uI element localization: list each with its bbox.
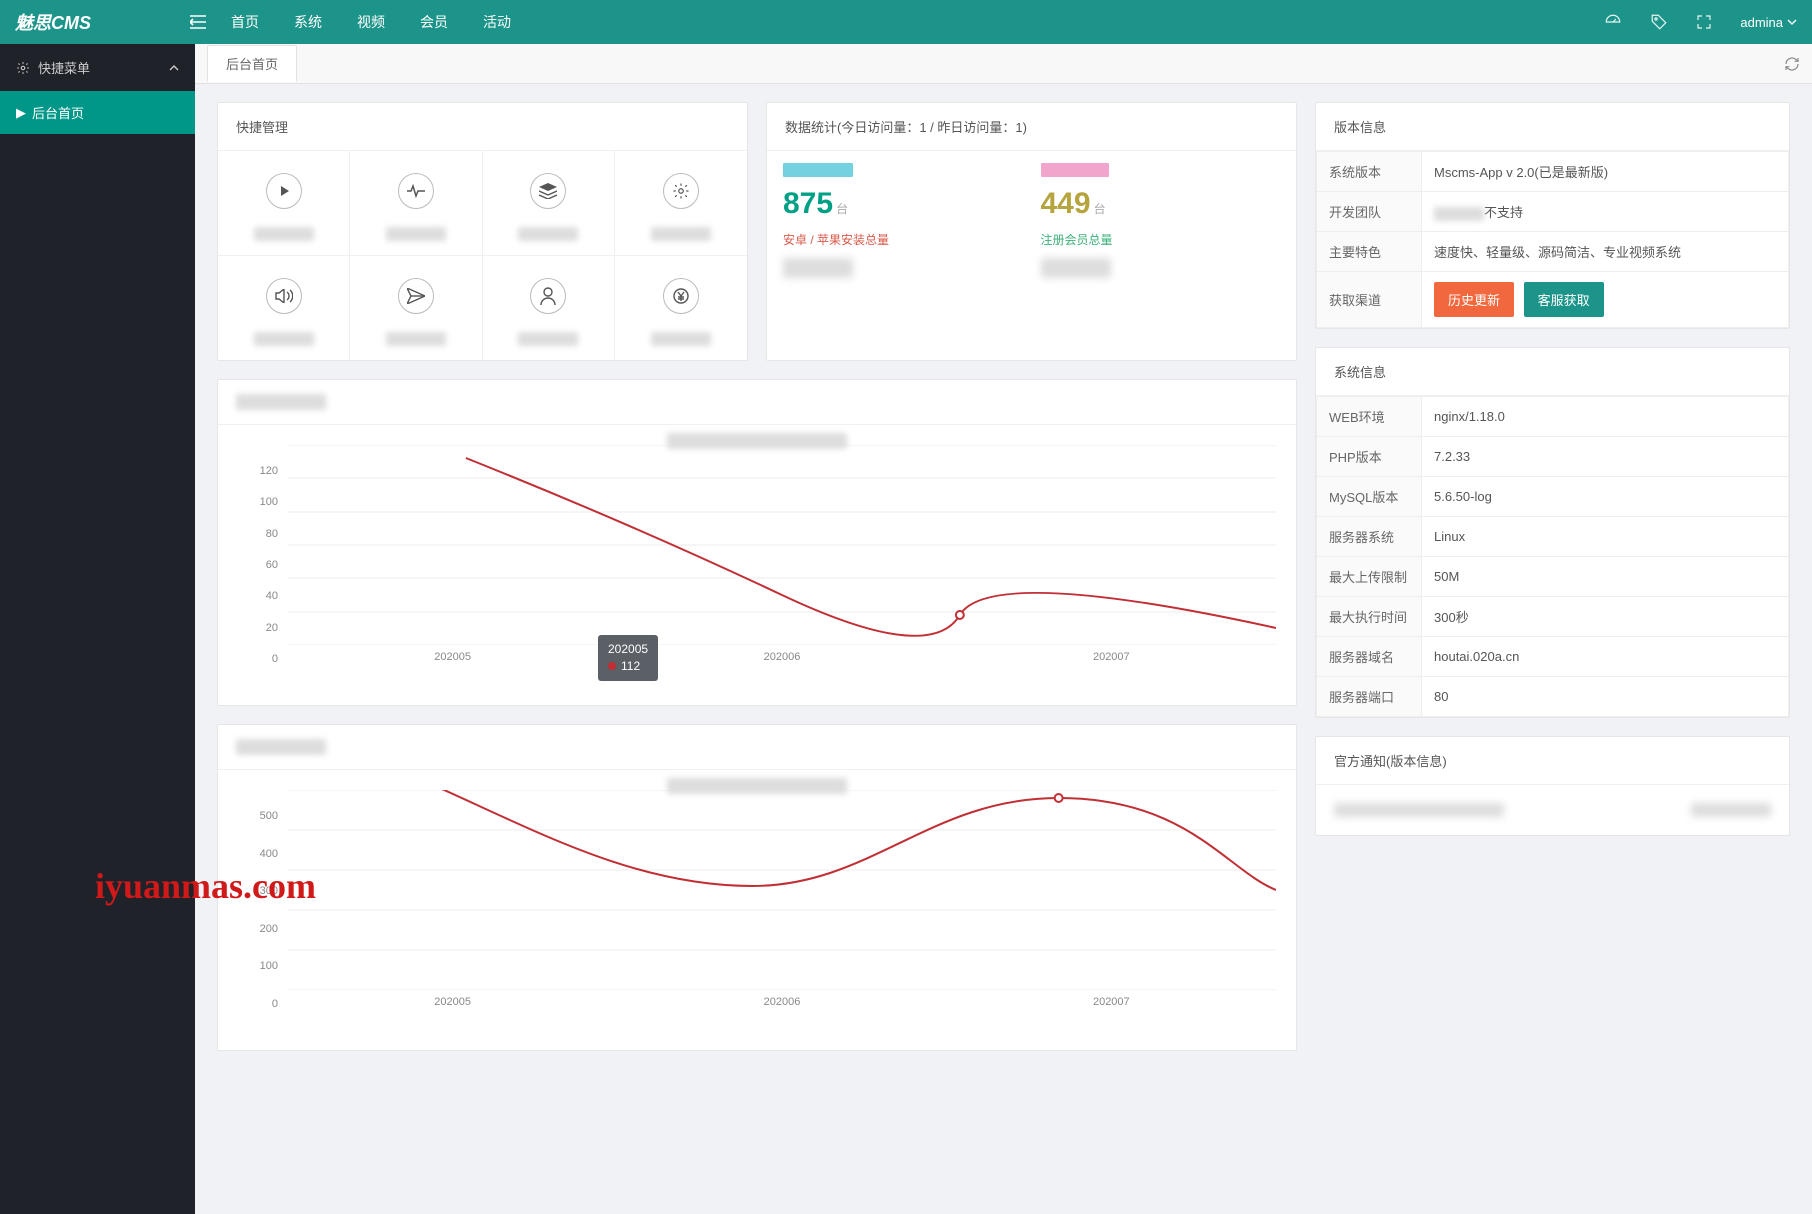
yen-icon [663,278,699,314]
table-row: PHP版本7.2.33 [1317,437,1789,477]
quick-item-3[interactable] [483,151,615,256]
card-title: 官方通知(版本信息) [1316,737,1789,785]
stat-bar [1041,163,1109,177]
top-nav: 首页 系统 视频 会员 活动 [231,12,511,32]
pulse-icon [398,173,434,209]
table-row: MySQL版本5.6.50-log [1317,477,1789,517]
stat-installs: 875台 安卓 / 苹果安装总量 [783,163,1023,278]
table-row: 服务器域名houtai.020a.cn [1317,637,1789,677]
chart-title-blur [236,394,326,410]
chart-x-axis: 202005202006202007 [288,996,1276,1008]
dashboard-icon[interactable] [1604,13,1622,31]
play-marker-icon: ▶ [16,105,26,121]
quick-item-1[interactable] [218,151,350,256]
stat-bar [783,163,853,177]
user-icon [530,278,566,314]
brand-logo: 魅思CMS [15,9,190,35]
history-update-button[interactable]: 历史更新 [1434,282,1514,317]
chevron-up-icon [169,63,179,73]
quick-item-8[interactable] [615,256,747,360]
quick-item-7[interactable] [483,256,615,360]
send-icon [398,278,434,314]
card-title: 数据统计(今日访问量：1 / 昨日访问量：1) [767,103,1296,151]
customer-service-button[interactable]: 客服获取 [1524,282,1604,317]
quick-item-4[interactable] [615,151,747,256]
table-row: 服务器端口80 [1317,677,1789,717]
chart-y-axis: 0100200300400500 [248,810,278,1010]
gear-icon [16,61,30,75]
nav-home[interactable]: 首页 [231,12,259,32]
fullscreen-icon[interactable] [1696,14,1712,30]
main-area: 后台首页 快捷管理 [195,44,1812,1214]
quick-item-2[interactable] [350,151,482,256]
table-row: 最大上传限制50M [1317,557,1789,597]
card-sysinfo: 系统信息 WEB环境nginx/1.18.0PHP版本7.2.33MySQL版本… [1315,347,1790,718]
play-icon [266,173,302,209]
card-title: 快捷管理 [218,103,747,151]
nav-video[interactable]: 视频 [357,12,385,32]
quick-item-6[interactable] [350,256,482,360]
nav-member[interactable]: 会员 [420,12,448,32]
chart-tooltip: 202005 112 [598,635,658,681]
sidebar-group-quick[interactable]: 快捷菜单 [0,44,195,91]
chart-plot [288,790,1276,990]
card-title: 系统信息 [1316,348,1789,396]
tab-dashboard[interactable]: 后台首页 [207,45,297,82]
tab-bar: 后台首页 [195,44,1812,84]
table-row: 服务器系统Linux [1317,517,1789,557]
sidebar: 快捷菜单 ▶ 后台首页 [0,44,195,1214]
card-chart-1: 020406080100120 202005202006202007 20200… [217,379,1297,706]
chart-plot [288,445,1276,645]
speaker-icon [266,278,302,314]
notice-item[interactable] [1334,799,1771,821]
menu-toggle-icon[interactable] [190,15,206,29]
card-notice: 官方通知(版本信息) [1315,736,1790,836]
nav-activity[interactable]: 活动 [483,12,511,32]
table-row: WEB环境nginx/1.18.0 [1317,397,1789,437]
tag-icon[interactable] [1650,13,1668,31]
stat-members: 449台 注册会员总量 [1041,163,1281,278]
refresh-icon[interactable] [1784,56,1800,72]
card-stats: 数据统计(今日访问量：1 / 昨日访问量：1) 875台 安卓 / 苹果安装总量… [766,102,1297,361]
sidebar-item-dashboard[interactable]: ▶ 后台首页 [0,91,195,134]
topbar: 魅思CMS 首页 系统 视频 会员 活动 admina [0,0,1812,44]
card-version: 版本信息 系统版本Mscms-App v 2.0(已是最新版) 开发团队不支持 … [1315,102,1790,329]
chart-x-axis: 202005202006202007 [288,651,1276,663]
gear-icon [663,173,699,209]
card-chart-2: 0100200300400500 202005202006202007 [217,724,1297,1051]
username: admina [1740,15,1783,30]
user-menu[interactable]: admina [1740,15,1797,30]
card-quick-manage: 快捷管理 [217,102,748,361]
chevron-down-icon [1787,17,1797,27]
card-title: 版本信息 [1316,103,1789,151]
table-row: 最大执行时间300秒 [1317,597,1789,637]
nav-system[interactable]: 系统 [294,12,322,32]
layers-icon [530,173,566,209]
chart-title-blur [236,739,326,755]
chart-y-axis: 020406080100120 [248,465,278,665]
quick-item-5[interactable] [218,256,350,360]
